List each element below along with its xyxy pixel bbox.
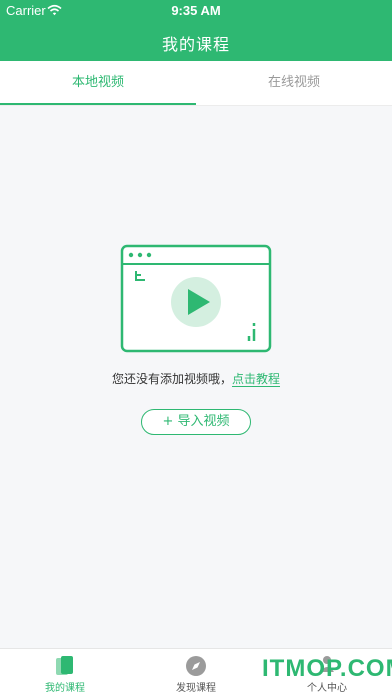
tab-local-videos-label: 本地视频 — [71, 75, 124, 90]
main-content: 您还没有添加视频哦，点击教程 + 导入视频 — [0, 106, 392, 648]
tabbar-label-my-courses: 我的课程 — [45, 683, 85, 694]
page-title: 我的课程 — [161, 35, 230, 54]
app-header: Carrier 9:35 AM 我的课程 — [0, 0, 392, 61]
tabbar-item-discover[interactable]: 发现课程 — [131, 649, 261, 697]
empty-state-text: 您还没有添加视频哦， — [111, 372, 232, 386]
status-time: 9:35 AM — [171, 3, 221, 18]
tab-online-videos-label: 在线视频 — [267, 75, 320, 90]
compass-icon — [186, 656, 206, 676]
empty-state-message: 您还没有添加视频哦，点击教程 — [0, 370, 392, 387]
tabbar-item-my-courses[interactable]: 我的课程 — [0, 649, 130, 697]
tab-local-videos[interactable]: 本地视频 — [0, 61, 196, 105]
import-video-button[interactable]: + 导入视频 — [141, 409, 251, 435]
tab-active-indicator — [0, 103, 196, 105]
watermark: ITMOP.COM — [262, 655, 392, 682]
tab-online-videos[interactable]: 在线视频 — [196, 61, 392, 105]
cards-icon — [56, 656, 73, 675]
status-bar: Carrier 9:35 AM — [0, 0, 392, 20]
tabbar-label-discover: 发现课程 — [176, 683, 216, 694]
tutorial-link[interactable]: 点击教程 — [232, 372, 281, 387]
segment-tabs: 本地视频 在线视频 — [0, 61, 392, 106]
video-player-illustration-icon — [120, 244, 272, 353]
